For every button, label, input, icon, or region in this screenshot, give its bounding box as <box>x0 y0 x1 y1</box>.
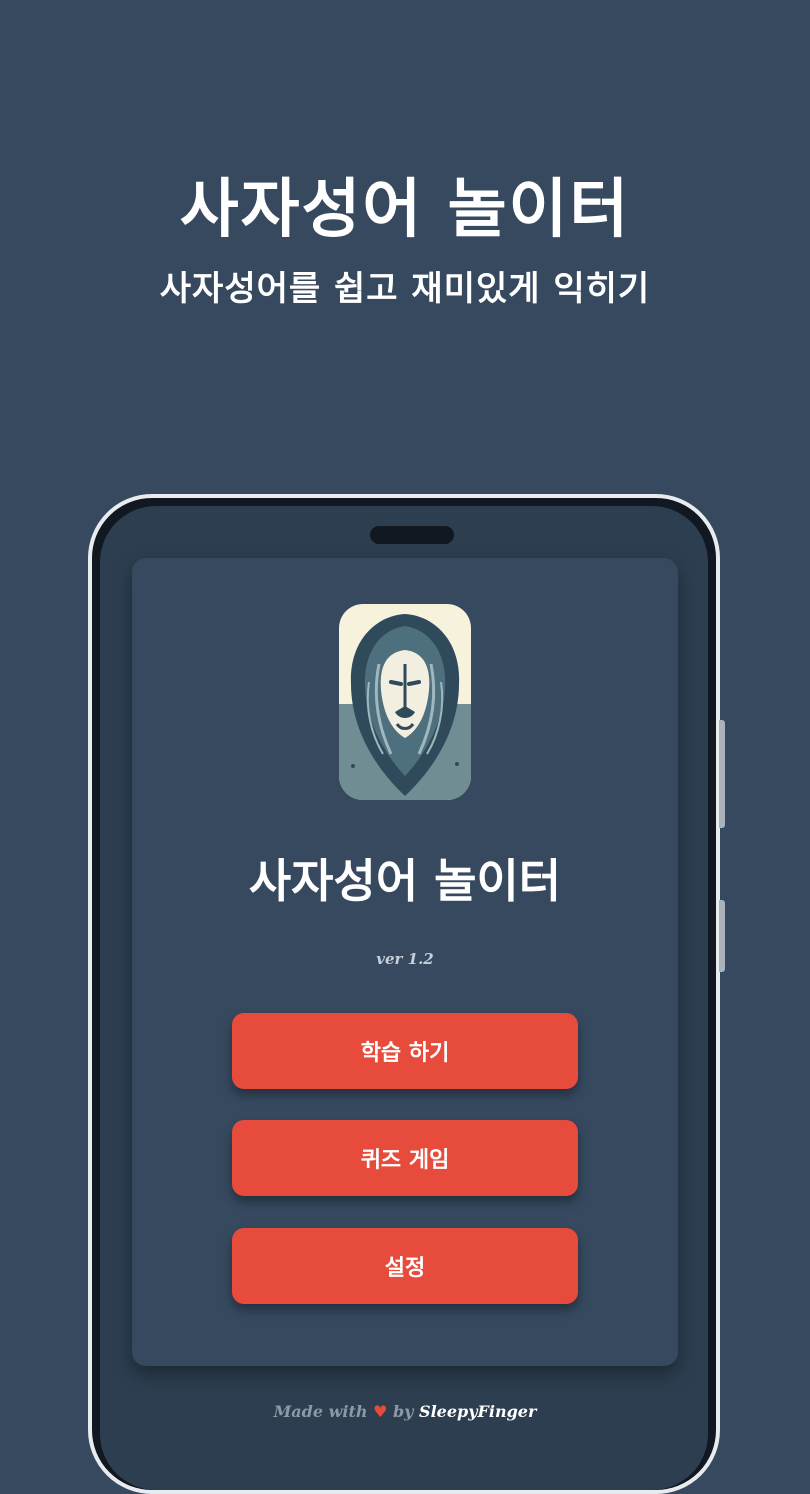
version-label: ver 1.2 <box>376 950 434 968</box>
phone-notch <box>370 526 454 544</box>
footer-made-with: Made with <box>273 1402 368 1421</box>
app-title: 사자성어 놀이터 <box>248 854 562 908</box>
heart-icon: ♥ <box>373 1402 388 1421</box>
study-button[interactable]: 학습 하기 <box>232 1013 578 1089</box>
quiz-game-button[interactable]: 퀴즈 게임 <box>232 1120 578 1196</box>
footer-author: SleepyFinger <box>419 1402 537 1421</box>
footer-credit: Made with ♥ by SleepyFinger <box>0 1398 810 1426</box>
settings-button[interactable]: 설정 <box>232 1228 578 1304</box>
phone-volume-button <box>719 720 725 828</box>
footer-by: by <box>392 1402 414 1421</box>
hero-subtitle: 사자성어를 쉽고 재미있게 익히기 <box>159 269 651 309</box>
lion-icon <box>339 604 471 800</box>
hero-title: 사자성어 놀이터 <box>179 172 631 247</box>
